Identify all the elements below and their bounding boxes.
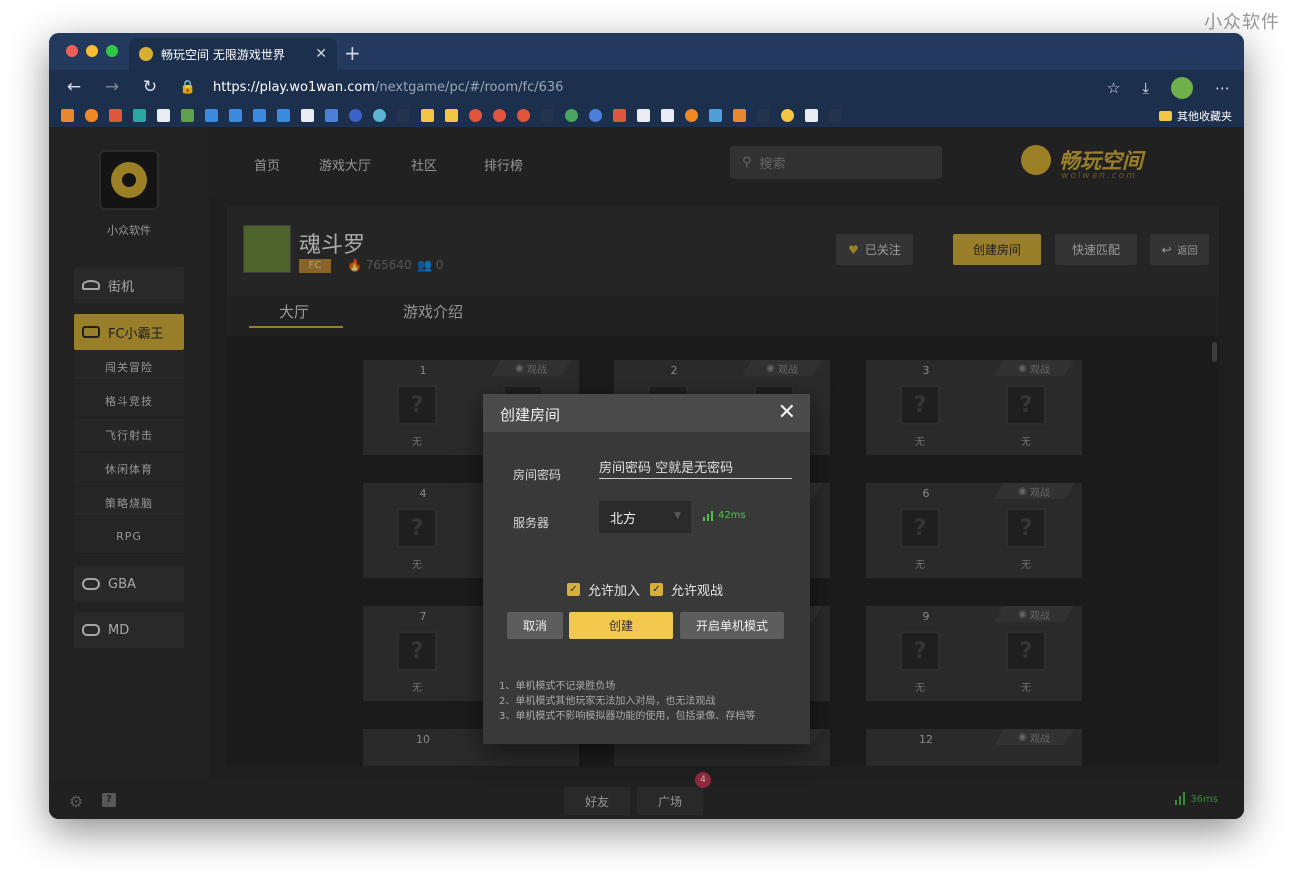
- bookmark-c-icon[interactable]: [349, 109, 362, 122]
- favorite-star-icon[interactable]: ☆: [1107, 79, 1120, 97]
- allow-watch-checkbox[interactable]: ✓ 允许观战: [650, 580, 723, 599]
- server-value: 北方: [610, 511, 637, 527]
- bookmark-feed-icon[interactable]: [133, 109, 146, 122]
- bookmark-page-icon[interactable]: [637, 109, 650, 122]
- bookmark-gradient-icon[interactable]: [733, 109, 746, 122]
- server-label: 服务器: [513, 516, 550, 530]
- bookmark-frog-icon[interactable]: [181, 109, 194, 122]
- app-root: 小众软件 街机 FC小霸王 闯关冒险 格斗竞技 飞行射击 休闲体育 策略烧脑 R…: [49, 128, 1244, 819]
- zoom-window-button[interactable]: [106, 45, 118, 57]
- bookmark-recycle-icon[interactable]: [565, 109, 578, 122]
- bookmark-flag-icon[interactable]: [541, 109, 554, 122]
- bookmark-page-icon[interactable]: [157, 109, 170, 122]
- bookmark-dark-icon[interactable]: [397, 109, 410, 122]
- bookmark-hex-icon[interactable]: [781, 109, 794, 122]
- close-icon[interactable]: ✕: [778, 400, 796, 425]
- allow-join-label: 允许加入: [588, 584, 641, 599]
- bookmark-drop-icon[interactable]: [253, 109, 266, 122]
- create-room-dialog: 创建房间 ✕ 房间密码 服务器 北方 ▼ 42ms ✓ 允许加入 ✓ 允许观战: [483, 394, 810, 744]
- folder-icon: [1159, 111, 1172, 121]
- url-path: /nextgame/pc/#/room/fc/636: [375, 79, 564, 95]
- bookmark-swirl-icon[interactable]: [373, 109, 386, 122]
- create-button[interactable]: 创建: [569, 612, 673, 639]
- single-mode-button[interactable]: 开启单机模式: [680, 612, 784, 639]
- browser-tab[interactable]: 畅玩空间 无限游戏世界 ✕: [129, 38, 337, 70]
- bookmark-badge-icon[interactable]: [493, 109, 506, 122]
- bookmark-sp-icon[interactable]: [829, 109, 842, 122]
- checkmark-icon: ✓: [567, 583, 580, 596]
- bookmark-translate-icon[interactable]: [325, 109, 338, 122]
- bookmark-star-icon[interactable]: [445, 109, 458, 122]
- bookmark-drop-icon[interactable]: [205, 109, 218, 122]
- browser-window: 畅玩空间 无限游戏世界 ✕ + ← → ↻ 🔒 https://play.wo1…: [49, 33, 1244, 819]
- bookmark-weibo-icon[interactable]: [469, 109, 482, 122]
- other-bookmarks-folder[interactable]: 其他收藏夹: [1159, 108, 1232, 124]
- window-controls: [66, 45, 118, 57]
- signal-icon: [703, 511, 713, 521]
- address-bar[interactable]: https://play.wo1wan.com/nextgame/pc/#/ro…: [213, 80, 563, 95]
- bookmark-dots-icon[interactable]: [757, 109, 770, 122]
- forward-arrow-icon[interactable]: →: [93, 77, 131, 97]
- note-line: 2、单机模式其他玩家无法加入对局，也无法观战: [499, 696, 716, 707]
- other-bookmarks-label: 其他收藏夹: [1177, 110, 1232, 123]
- allow-join-checkbox[interactable]: ✓ 允许加入: [567, 580, 640, 599]
- more-menu-icon[interactable]: ⋯: [1215, 79, 1230, 97]
- dialog-title: 创建房间: [500, 406, 561, 424]
- bookmark-drop-icon[interactable]: [229, 109, 242, 122]
- browser-toolbar-right: ☆ ⤓ ⋯: [1107, 77, 1230, 99]
- server-select[interactable]: 北方 ▼: [599, 501, 691, 533]
- server-ping-value: 42ms: [718, 510, 746, 521]
- bookmark-ct-icon[interactable]: [709, 109, 722, 122]
- chevron-down-icon: ▼: [674, 511, 681, 521]
- password-label: 房间密码: [513, 468, 562, 482]
- note-line: 3、单机模式不影响模拟器功能的使用，包括录像、存档等: [499, 711, 756, 722]
- minimize-window-button[interactable]: [86, 45, 98, 57]
- bookmarks-bar: 其他收藏夹: [49, 104, 1244, 128]
- bookmark-chart-icon[interactable]: [61, 109, 74, 122]
- close-window-button[interactable]: [66, 45, 78, 57]
- server-ping: 42ms: [703, 510, 746, 521]
- tab-title: 畅玩空间 无限游戏世界: [161, 47, 285, 62]
- site-favicon-icon: [139, 47, 153, 61]
- single-mode-notes: 1、单机模式不记录胜负场 2、单机模式其他玩家无法加入对局，也无法观战 3、单机…: [499, 679, 755, 724]
- download-icon[interactable]: ⤓: [1142, 79, 1149, 97]
- bookmark-circle-icon[interactable]: [589, 109, 602, 122]
- title-bar: 畅玩空间 无限游戏世界 ✕ +: [49, 33, 1244, 70]
- watermark: 小众软件: [1204, 12, 1280, 33]
- bookmark-page-icon[interactable]: [301, 109, 314, 122]
- bookmark-page-icon[interactable]: [661, 109, 674, 122]
- profile-avatar[interactable]: [1171, 77, 1193, 99]
- new-tab-icon[interactable]: +: [344, 41, 361, 65]
- reload-icon[interactable]: ↻: [131, 77, 169, 97]
- bookmark-red-icon[interactable]: [613, 109, 626, 122]
- bookmark-weibo-icon[interactable]: [517, 109, 530, 122]
- bookmark-drop-icon[interactable]: [277, 109, 290, 122]
- bookmark-folder-icon[interactable]: [421, 109, 434, 122]
- bookmark-cloud-icon[interactable]: [85, 109, 98, 122]
- cancel-button[interactable]: 取消: [507, 612, 563, 639]
- dialog-header: 创建房间 ✕: [483, 394, 810, 432]
- allow-watch-label: 允许观战: [671, 584, 724, 599]
- room-password-input[interactable]: [599, 459, 792, 479]
- lock-icon[interactable]: 🔒: [169, 80, 207, 95]
- url-host: https://play.wo1wan.com: [213, 79, 375, 95]
- bookmark-orange-icon[interactable]: [685, 109, 698, 122]
- note-line: 1、单机模式不记录胜负场: [499, 681, 616, 692]
- bookmark-page-icon[interactable]: [805, 109, 818, 122]
- back-arrow-icon[interactable]: ←: [55, 77, 93, 97]
- close-tab-icon[interactable]: ✕: [315, 46, 327, 62]
- bookmark-code-icon[interactable]: [109, 109, 122, 122]
- checkmark-icon: ✓: [650, 583, 663, 596]
- navigation-bar: ← → ↻ 🔒 https://play.wo1wan.com/nextgame…: [49, 70, 1244, 104]
